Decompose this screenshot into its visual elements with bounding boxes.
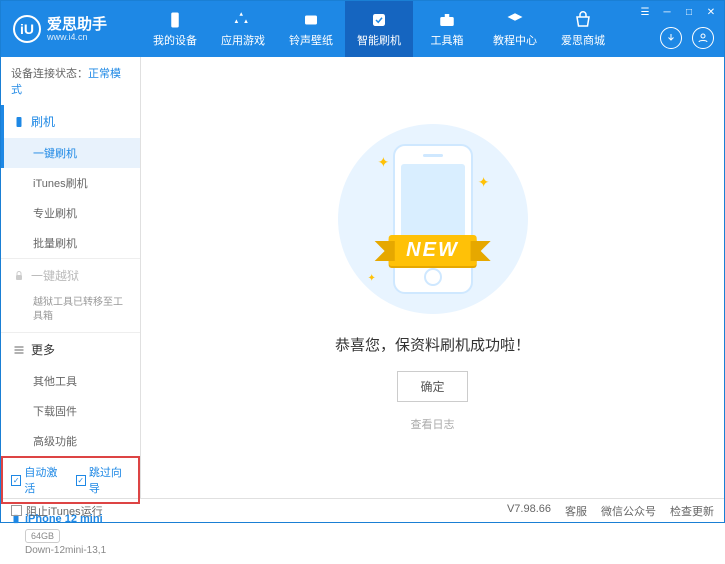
header-right [660, 27, 714, 49]
ringtone-icon [302, 11, 320, 29]
version-text: V7.98.66 [507, 503, 551, 519]
checkbox-label: 阻止iTunes运行 [26, 503, 103, 519]
sidebar-item-download[interactable]: 下载固件 [1, 396, 140, 426]
firmware-text: Down-12mini-13,1 [11, 545, 130, 556]
menu-icon [13, 344, 25, 356]
checkbox-label: 自动激活 [24, 464, 65, 496]
sparkle-icon: ✦ [478, 174, 490, 191]
account-button[interactable] [692, 27, 714, 49]
nav-store[interactable]: 爱思商城 [549, 1, 617, 57]
sidebar-title: 一键越狱 [31, 267, 79, 284]
store-icon [574, 11, 592, 29]
checkbox-auto-activate[interactable]: ✓自动激活 [11, 464, 66, 496]
success-message: 恭喜您，保资料刷机成功啦！ [335, 334, 530, 355]
checkbox-icon: ✓ [76, 475, 86, 486]
sparkle-icon: ✦ [378, 154, 390, 171]
nav-toolbox[interactable]: 工具箱 [413, 1, 481, 57]
storage-badge: 64GB [25, 529, 60, 543]
flash-icon [370, 11, 388, 29]
checkbox-icon: ✓ [11, 475, 21, 486]
logo-icon: iU [13, 15, 41, 43]
sidebar-head-flash[interactable]: 刷机 [1, 105, 140, 138]
download-button[interactable] [660, 27, 682, 49]
nav-ringtone[interactable]: 铃声壁纸 [277, 1, 345, 57]
checkbox-label: 跳过向导 [89, 464, 130, 496]
checkbox-icon [11, 505, 22, 516]
nav-label: 铃声壁纸 [289, 32, 333, 48]
checkbox-skip-guide[interactable]: ✓跳过向导 [76, 464, 131, 496]
sidebar-item-oneclick[interactable]: 一键刷机 [1, 138, 140, 168]
sidebar-title: 更多 [31, 341, 55, 358]
sidebar-item-batch[interactable]: 批量刷机 [1, 228, 140, 258]
nav-label: 我的设备 [153, 32, 197, 48]
sidebar-head-more[interactable]: 更多 [1, 333, 140, 366]
nav-flash[interactable]: 智能刷机 [345, 1, 413, 57]
sidebar-head-jailbreak: 一键越狱 [1, 259, 140, 292]
tutorial-icon [506, 11, 524, 29]
nav-tutorial[interactable]: 教程中心 [481, 1, 549, 57]
connection-status: 设备连接状态：正常模式 [1, 57, 140, 105]
nav-my-device[interactable]: 我的设备 [141, 1, 209, 57]
jailbreak-note: 越狱工具已转移至工具箱 [1, 292, 140, 332]
sidebar-title: 刷机 [31, 113, 55, 130]
close-icon[interactable]: ✕ [704, 5, 718, 19]
success-illustration: NEW ✦ ✦ ✦ [338, 124, 528, 314]
app-name: 爱思助手 [47, 17, 107, 32]
window-controls: ☰ ─ □ ✕ [638, 5, 718, 19]
update-link[interactable]: 检查更新 [670, 503, 714, 519]
view-log-link[interactable]: 查看日志 [411, 416, 455, 432]
ok-button[interactable]: 确定 [397, 371, 467, 402]
logo-area: iU 爱思助手 www.i4.cn [1, 15, 141, 43]
highlighted-checks: ✓自动激活 ✓跳过向导 [1, 456, 140, 504]
checkbox-block-itunes[interactable]: 阻止iTunes运行 [11, 503, 103, 519]
sidebar-item-advanced[interactable]: 高级功能 [1, 426, 140, 456]
conn-label: 设备连接状态： [11, 68, 88, 80]
top-nav: 我的设备 应用游戏 铃声壁纸 智能刷机 工具箱 教程中心 爱思商城 [141, 1, 617, 57]
phone-graphic [393, 144, 473, 294]
support-link[interactable]: 客服 [565, 503, 587, 519]
app-header: iU 爱思助手 www.i4.cn 我的设备 应用游戏 铃声壁纸 智能刷机 工具… [1, 1, 724, 57]
nav-label: 工具箱 [431, 32, 464, 48]
nav-apps[interactable]: 应用游戏 [209, 1, 277, 57]
lock-icon [13, 270, 25, 282]
nav-label: 教程中心 [493, 32, 537, 48]
nav-label: 智能刷机 [357, 32, 401, 48]
sidebar: 设备连接状态：正常模式 刷机 一键刷机 iTunes刷机 专业刷机 批量刷机 一… [1, 57, 141, 498]
sparkle-icon: ✦ [368, 273, 376, 284]
settings-icon[interactable]: ☰ [638, 5, 652, 19]
sidebar-item-pro[interactable]: 专业刷机 [1, 198, 140, 228]
device-icon [166, 11, 184, 29]
minimize-icon[interactable]: ─ [660, 5, 674, 19]
sidebar-item-other[interactable]: 其他工具 [1, 366, 140, 396]
sidebar-item-itunes[interactable]: iTunes刷机 [1, 168, 140, 198]
new-ribbon: NEW [388, 235, 477, 266]
main-content: NEW ✦ ✦ ✦ 恭喜您，保资料刷机成功啦！ 确定 查看日志 [141, 57, 724, 498]
app-url: www.i4.cn [47, 32, 107, 42]
maximize-icon[interactable]: □ [682, 5, 696, 19]
toolbox-icon [438, 11, 456, 29]
nav-label: 应用游戏 [221, 32, 265, 48]
apps-icon [234, 11, 252, 29]
nav-label: 爱思商城 [561, 32, 605, 48]
phone-icon [13, 116, 25, 128]
wechat-link[interactable]: 微信公众号 [601, 503, 656, 519]
